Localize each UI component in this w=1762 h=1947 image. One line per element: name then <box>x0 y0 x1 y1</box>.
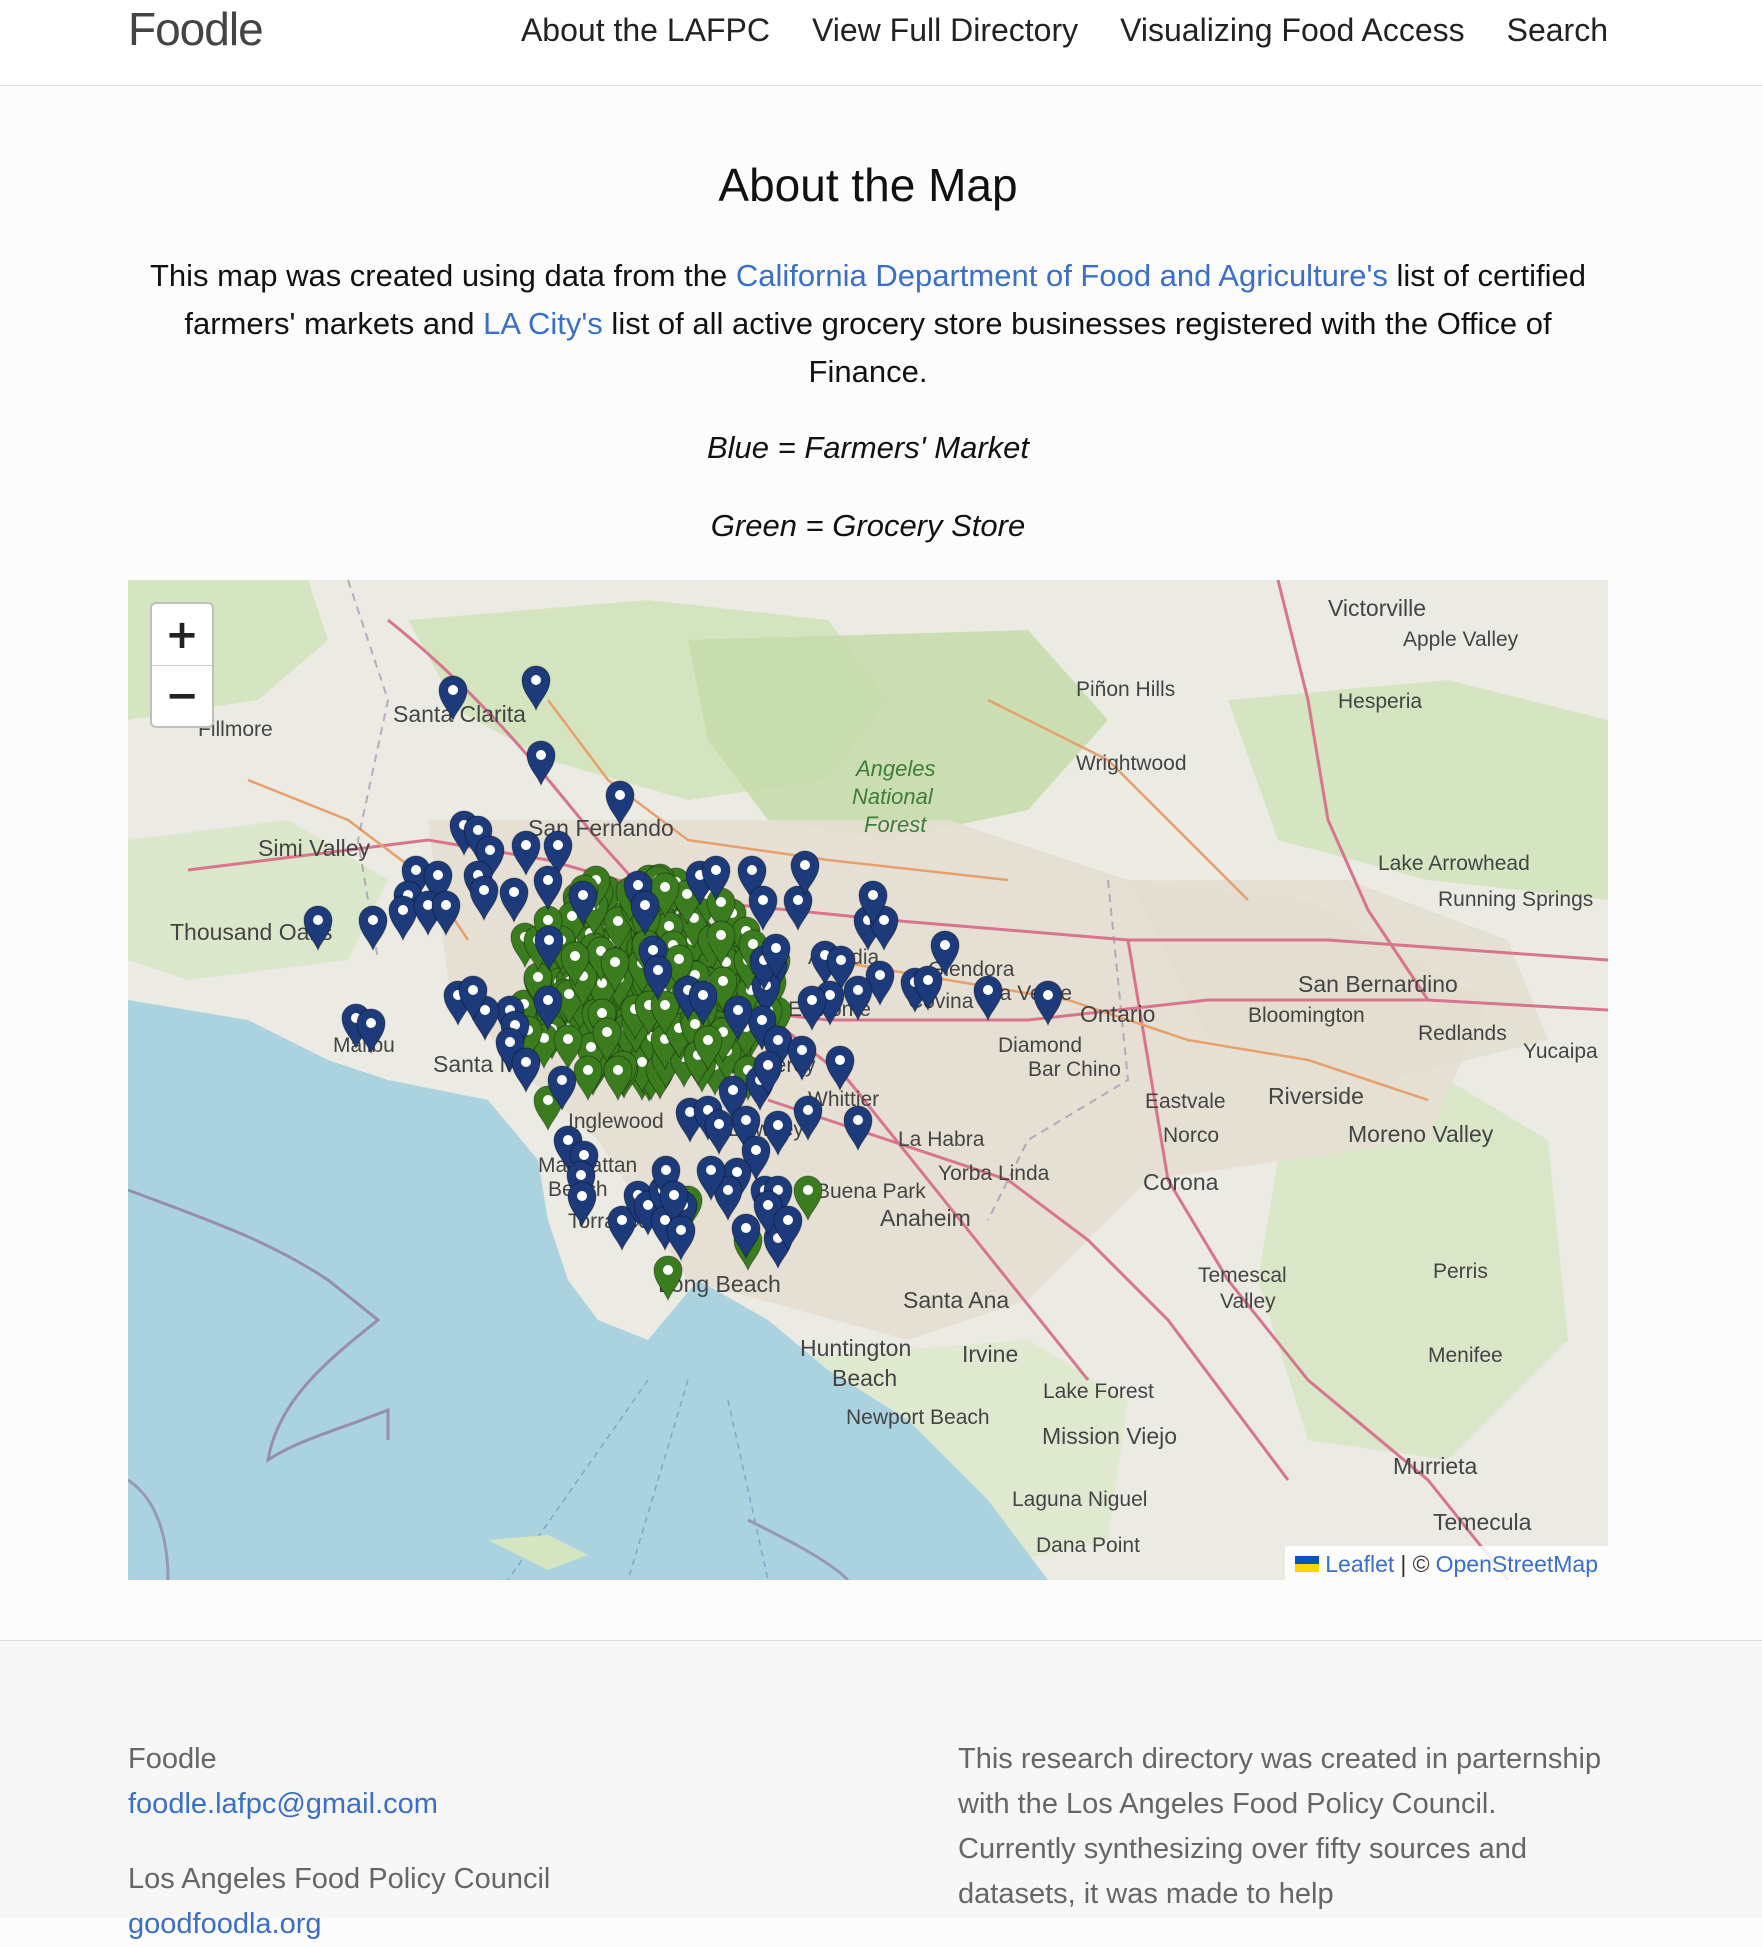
map-attribution: Leaflet | © OpenStreetMap <box>1285 1546 1608 1580</box>
svg-text:Ontario: Ontario <box>1080 1001 1155 1027</box>
footer-org-name: Los Angeles Food Policy Council <box>128 1863 551 1895</box>
svg-text:Perris: Perris <box>1433 1260 1488 1283</box>
svg-text:Forest: Forest <box>864 812 927 837</box>
nav-links: About the LAFPC View Full Directory Visu… <box>521 12 1608 49</box>
footer: Foodle foodle.lafpc@gmail.com Los Angele… <box>0 1640 1762 1940</box>
svg-text:Angeles: Angeles <box>854 756 936 781</box>
svg-text:Buena Park: Buena Park <box>816 1180 926 1203</box>
svg-text:Lake Forest: Lake Forest <box>1043 1380 1154 1403</box>
footer-description: This research directory was created in p… <box>958 1743 1602 1910</box>
svg-text:Diamond: Diamond <box>998 1034 1082 1057</box>
svg-text:Moreno Valley: Moreno Valley <box>1348 1121 1494 1147</box>
svg-text:Menifee: Menifee <box>1428 1344 1503 1367</box>
svg-text:Irvine: Irvine <box>962 1341 1018 1367</box>
intro-text-3: list of all active grocery store busines… <box>602 306 1552 389</box>
svg-text:Temecula: Temecula <box>1433 1509 1532 1535</box>
svg-text:Apple Valley: Apple Valley <box>1403 628 1519 651</box>
svg-text:Bloomington: Bloomington <box>1248 1004 1365 1027</box>
svg-text:Norco: Norco <box>1163 1124 1219 1147</box>
svg-text:Beach: Beach <box>832 1365 897 1391</box>
svg-text:Riverside: Riverside <box>1268 1083 1364 1109</box>
svg-text:Yorba Linda: Yorba Linda <box>938 1162 1050 1185</box>
footer-email-link[interactable]: foodle.lafpc@gmail.com <box>128 1782 550 1827</box>
svg-text:Simi Valley: Simi Valley <box>258 835 371 861</box>
svg-text:Santa Ana: Santa Ana <box>903 1287 1009 1313</box>
page-title: About the Map <box>718 159 1018 211</box>
legend-farmers-market: Blue = Farmers' Market <box>706 430 1030 465</box>
attribution-separator: | © <box>1400 1550 1430 1577</box>
leaflet-link[interactable]: Leaflet <box>1325 1551 1394 1578</box>
nav-link-search[interactable]: Search <box>1507 12 1608 49</box>
food-access-map[interactable]: Victorville Apple Valley Hesperia Piñon … <box>128 580 1608 1580</box>
svg-text:Running Springs: Running Springs <box>1438 888 1593 911</box>
svg-text:Valley: Valley <box>1220 1290 1276 1313</box>
nav-link-visualizing-food-access[interactable]: Visualizing Food Access <box>1120 12 1464 49</box>
nav-link-about-lafpc[interactable]: About the LAFPC <box>521 12 770 49</box>
map-tiles[interactable]: Victorville Apple Valley Hesperia Piñon … <box>128 580 1608 1580</box>
svg-text:Laguna Niguel: Laguna Niguel <box>1012 1488 1147 1511</box>
svg-text:Eastvale: Eastvale <box>1145 1090 1226 1113</box>
svg-text:La Habra: La Habra <box>898 1128 985 1151</box>
svg-text:Lake Arrowhead: Lake Arrowhead <box>1378 852 1530 875</box>
openstreetmap-link[interactable]: OpenStreetMap <box>1436 1551 1598 1578</box>
svg-text:Yucaipa: Yucaipa <box>1523 1040 1598 1063</box>
svg-text:Anaheim: Anaheim <box>880 1205 971 1231</box>
svg-text:Dana Point: Dana Point <box>1036 1534 1140 1557</box>
svg-text:Huntington: Huntington <box>800 1335 911 1361</box>
svg-text:Mission Viejo: Mission Viejo <box>1042 1423 1177 1449</box>
navbar: Foodle About the LAFPC View Full Directo… <box>0 0 1762 86</box>
svg-text:Victorville: Victorville <box>1328 595 1426 621</box>
la-city-link[interactable]: LA City's <box>483 306 603 341</box>
brand-logo[interactable]: Foodle <box>128 2 264 56</box>
intro-paragraph: This map was created using data from the… <box>128 252 1608 396</box>
svg-text:Temescal: Temescal <box>1198 1264 1287 1287</box>
nav-link-full-directory[interactable]: View Full Directory <box>812 12 1078 49</box>
cdfa-link[interactable]: California Department of Food and Agricu… <box>736 258 1388 293</box>
zoom-in-button[interactable]: + <box>152 604 212 665</box>
svg-text:San Bernardino: San Bernardino <box>1298 971 1458 997</box>
ukraine-flag-icon <box>1295 1556 1320 1572</box>
zoom-control: + − <box>150 602 214 728</box>
footer-contact: Foodle foodle.lafpc@gmail.com Los Angele… <box>128 1737 550 1947</box>
svg-text:Murrieta: Murrieta <box>1393 1453 1478 1479</box>
svg-text:Piñon Hills: Piñon Hills <box>1076 678 1175 701</box>
svg-text:Chino: Chino <box>1066 1058 1121 1081</box>
svg-text:Redlands: Redlands <box>1418 1022 1507 1045</box>
zoom-out-button[interactable]: − <box>152 665 212 726</box>
footer-site-name: Foodle <box>128 1743 217 1775</box>
svg-text:Wrightwood: Wrightwood <box>1076 752 1187 775</box>
svg-text:Bar: Bar <box>1028 1058 1061 1081</box>
intro-text-1: This map was created using data from the <box>149 258 736 293</box>
footer-org-link[interactable]: goodfoodla.org <box>128 1902 550 1947</box>
svg-text:Corona: Corona <box>1143 1169 1219 1195</box>
svg-text:Hesperia: Hesperia <box>1338 690 1422 713</box>
svg-text:National: National <box>852 784 934 809</box>
legend-grocery-store: Green = Grocery Store <box>710 508 1026 543</box>
svg-text:Inglewood: Inglewood <box>568 1110 664 1133</box>
svg-text:Newport Beach: Newport Beach <box>846 1406 990 1429</box>
